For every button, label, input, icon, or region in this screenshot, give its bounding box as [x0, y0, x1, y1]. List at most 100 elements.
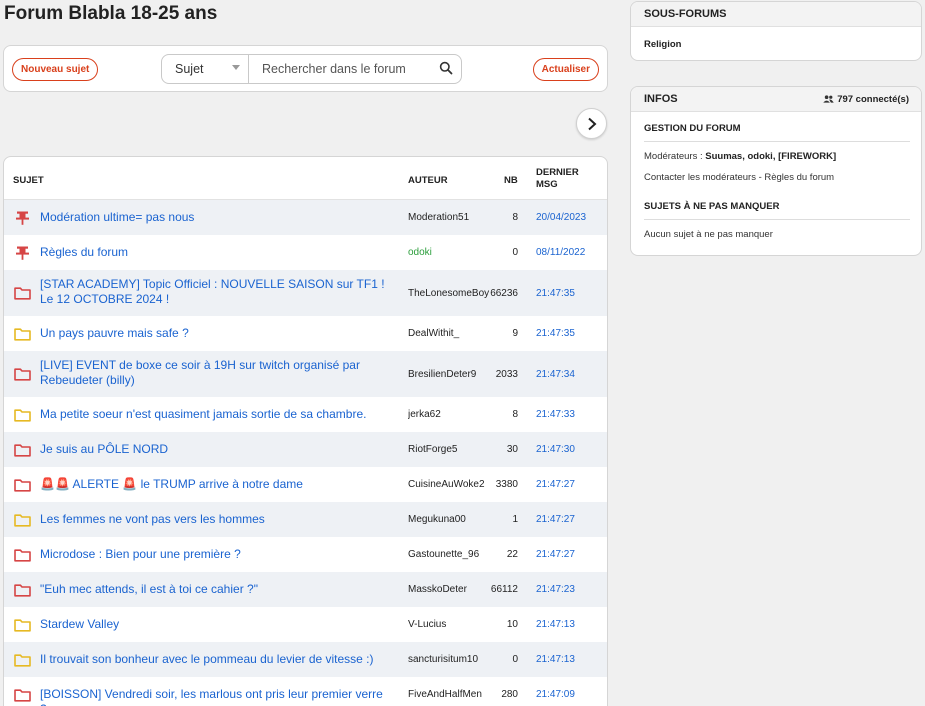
topic-row[interactable]: Microdose : Bien pour une première ? Gast…	[4, 537, 607, 572]
topic-author[interactable]: Moderation51	[408, 212, 494, 223]
new-topic-button[interactable]: Nouveau sujet	[12, 58, 99, 81]
topic-last-message[interactable]: 21:47:27	[536, 549, 575, 560]
moderators-list[interactable]: Suumas, odoki, [FIREWORK]	[705, 151, 836, 162]
chevron-down-icon	[232, 65, 240, 70]
topic-last-message[interactable]: 08/11/2022	[536, 247, 585, 258]
topic-count: 1	[512, 514, 518, 525]
topic-last-message[interactable]: 21:47:35	[536, 288, 575, 299]
folder-yellow-icon	[14, 408, 31, 422]
search-scope-value: Sujet	[175, 62, 204, 76]
topic-author[interactable]: jerka62	[408, 409, 494, 420]
topic-list-header: SUJET AUTEUR NB DERNIER MSG	[4, 157, 607, 200]
topic-last-message[interactable]: 21:47:33	[536, 409, 575, 420]
topic-last-message[interactable]: 21:47:34	[536, 369, 575, 380]
topic-author[interactable]: BresilienDeter9	[408, 369, 494, 380]
topic-author[interactable]: RiotForge5	[408, 444, 494, 455]
topic-author[interactable]: Gastounette_96	[408, 549, 494, 560]
topic-last-message[interactable]: 21:47:30	[536, 444, 575, 455]
topic-last-message[interactable]: 21:47:09	[536, 689, 575, 700]
topic-count: 8	[512, 409, 518, 420]
topic-row[interactable]: Je suis au PÔLE NORD RiotForge5 30 21:47:30	[4, 432, 607, 467]
topic-title-link[interactable]: Modération ultime= pas nous	[40, 210, 390, 225]
divider	[644, 219, 910, 220]
header-last-message: DERNIER MSG	[536, 167, 579, 191]
next-page-button[interactable]	[576, 108, 607, 139]
topic-title-link[interactable]: Stardew Valley	[40, 617, 390, 632]
topic-author[interactable]: FiveAndHalfMen	[408, 689, 494, 700]
users-icon	[823, 95, 834, 103]
online-count: 797 connecté(s)	[823, 94, 909, 105]
topic-title-link[interactable]: Règles du forum	[40, 245, 390, 260]
refresh-button[interactable]: Actualiser	[532, 58, 599, 81]
header-count: NB	[504, 175, 518, 186]
topic-title-link[interactable]: [STAR ACADEMY] Topic Officiel : NOUVELLE…	[40, 277, 390, 307]
topic-last-message[interactable]: 21:47:13	[536, 654, 575, 665]
topic-row[interactable]: Stardew Valley V-Lucius 10 21:47:13	[4, 607, 607, 642]
topic-title-link[interactable]: "Euh mec attends, il est à toi ce cahier…	[40, 582, 390, 597]
folder-red-icon	[14, 548, 31, 562]
moderators-label: Modérateurs :	[644, 151, 706, 162]
sous-forums-card: SOUS-FORUMS Religion	[630, 1, 922, 61]
topic-row[interactable]: [LIVE] EVENT de boxe ce soir à 19H sur t…	[4, 351, 607, 397]
topic-rows: Modération ultime= pas nous Moderation51 8…	[4, 200, 607, 706]
gestion-title: GESTION DU FORUM	[644, 123, 741, 134]
topic-title-link[interactable]: Un pays pauvre mais safe ?	[40, 326, 390, 341]
topic-last-message[interactable]: 21:47:27	[536, 479, 575, 490]
topic-row[interactable]: Ma petite soeur n'est quasiment jamais s…	[4, 397, 607, 432]
topic-row[interactable]: [BOISSON] Vendredi soir, les marlous ont…	[4, 677, 607, 706]
folder-yellow-icon	[14, 618, 31, 632]
folder-red-icon	[14, 583, 31, 597]
folder-yellow-icon	[14, 513, 31, 527]
header-last-line2: MSG	[536, 179, 558, 190]
topic-last-message[interactable]: 21:47:27	[536, 514, 575, 525]
online-count-text: 797 connecté(s)	[837, 94, 909, 105]
infos-title: INFOS	[644, 93, 678, 105]
topic-author[interactable]: odoki	[408, 247, 494, 258]
topic-title-link[interactable]: Microdose : Bien pour une première ?	[40, 547, 390, 562]
topic-last-message[interactable]: 21:47:35	[536, 328, 575, 339]
topic-title-link[interactable]: Les femmes ne vont pas vers les hommes	[40, 512, 390, 527]
topic-row[interactable]: Modération ultime= pas nous Moderation51 8…	[4, 200, 607, 235]
topic-author[interactable]: MasskoDeter	[408, 584, 494, 595]
topic-title-link[interactable]: Ma petite soeur n'est quasiment jamais s…	[40, 407, 390, 422]
topic-last-message[interactable]: 21:47:13	[536, 619, 575, 630]
topic-row[interactable]: [STAR ACADEMY] Topic Officiel : NOUVELLE…	[4, 270, 607, 316]
topic-last-message[interactable]: 20/04/2023	[536, 212, 586, 223]
topic-row[interactable]: Règles du forum odoki 0 08/11/2022	[4, 235, 607, 270]
topic-author[interactable]: DealWithit_	[408, 328, 494, 339]
topic-author[interactable]: sancturisitum10	[408, 654, 494, 665]
topic-row[interactable]: Un pays pauvre mais safe ? DealWithit_ 9 21…	[4, 316, 607, 351]
topic-row[interactable]: Il trouvait son bonheur avec le pommeau …	[4, 642, 607, 677]
search-scope-select[interactable]: Sujet	[162, 55, 249, 83]
search-icon[interactable]	[439, 61, 453, 75]
header-author: AUTEUR	[408, 175, 448, 186]
sous-forum-link-religion[interactable]: Religion	[644, 39, 681, 50]
topic-count: 0	[512, 247, 518, 258]
topic-count: 0	[512, 654, 518, 665]
topic-title-link[interactable]: Je suis au PÔLE NORD	[40, 442, 390, 457]
topic-author[interactable]: CuisineAuWoke2	[408, 479, 494, 490]
topic-title-link[interactable]: Il trouvait son bonheur avec le pommeau …	[40, 652, 390, 667]
search-input[interactable]	[250, 55, 430, 83]
pin-icon	[14, 211, 31, 225]
topic-title-link[interactable]: 🚨🚨 ALERTE 🚨 le TRUMP arrive à notre dame	[40, 477, 390, 492]
topic-count: 3380	[495, 479, 518, 490]
topic-author[interactable]: TheLonesomeBoy	[408, 288, 494, 299]
page-title: Forum Blabla 18-25 ans	[4, 3, 218, 24]
topic-count: 66112	[490, 584, 518, 595]
forum-toolbar: Nouveau sujet Sujet Actualiser	[3, 45, 608, 92]
topic-last-message[interactable]: 21:47:23	[536, 584, 575, 595]
topic-title-link[interactable]: [BOISSON] Vendredi soir, les marlous ont…	[40, 687, 390, 706]
topic-title-link[interactable]: [LIVE] EVENT de boxe ce soir à 19H sur t…	[40, 358, 390, 388]
chevron-right-icon	[588, 117, 597, 131]
folder-yellow-icon	[14, 327, 31, 341]
topic-row[interactable]: "Euh mec attends, il est à toi ce cahier…	[4, 572, 607, 607]
topic-row[interactable]: 🚨🚨 ALERTE 🚨 le TRUMP arrive à notre dame…	[4, 467, 607, 502]
sous-forums-title: SOUS-FORUMS	[631, 2, 921, 27]
topic-author[interactable]: Megukuna00	[408, 514, 494, 525]
contact-moderators-link[interactable]: Contacter les modérateurs - Règles du fo…	[644, 172, 834, 183]
topic-author[interactable]: V-Lucius	[408, 619, 494, 630]
topic-row[interactable]: Les femmes ne vont pas vers les hommes Me…	[4, 502, 607, 537]
header-subject: SUJET	[13, 175, 44, 186]
topic-count: 280	[501, 689, 518, 700]
